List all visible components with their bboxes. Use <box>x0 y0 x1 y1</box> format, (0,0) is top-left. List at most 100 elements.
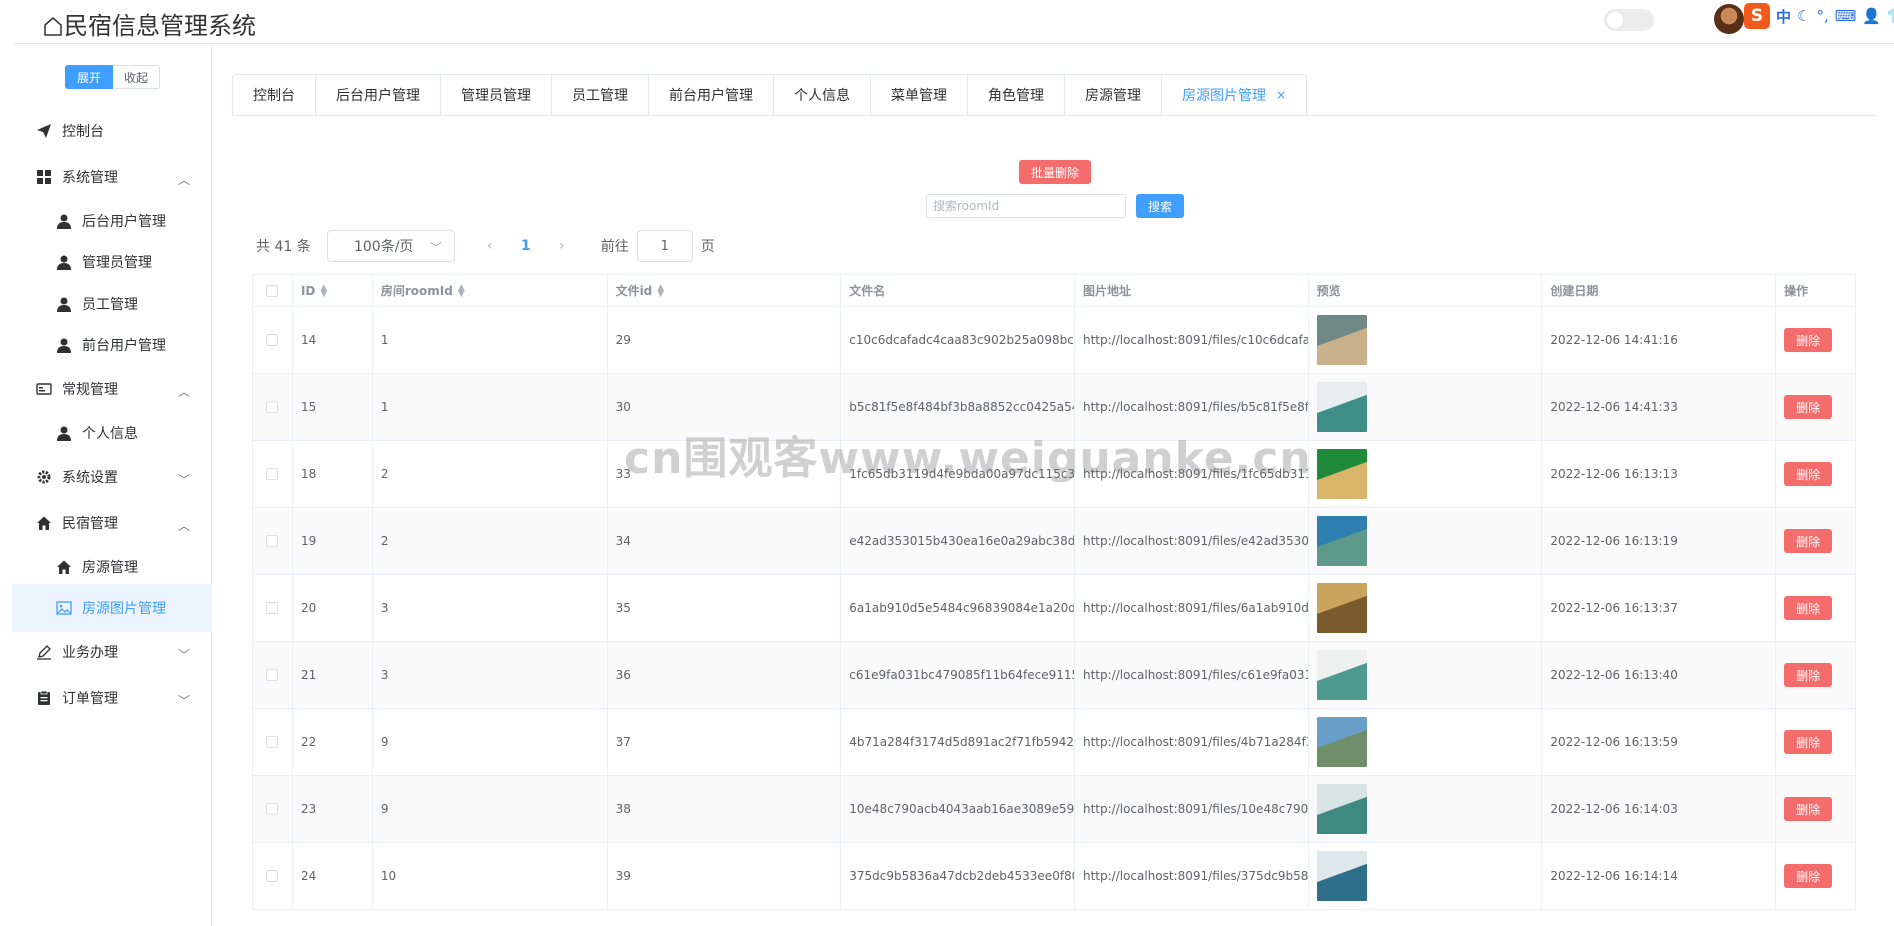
sidebar-item[interactable]: 控制台 <box>12 107 212 155</box>
delete-button[interactable]: 删除 <box>1784 797 1833 821</box>
row-checkbox[interactable] <box>266 468 279 480</box>
delete-button[interactable]: 删除 <box>1784 596 1833 620</box>
row-checkbox[interactable] <box>266 401 279 413</box>
tab[interactable]: 个人信息 <box>774 75 871 115</box>
punctuation-icon[interactable]: °, <box>1816 7 1828 25</box>
tab[interactable]: 角色管理 <box>968 75 1065 115</box>
sidebar-item[interactable]: 常规管理 ︿ <box>12 365 212 413</box>
sort-icon[interactable]: ▲ ▼ <box>320 283 327 298</box>
row-checkbox[interactable] <box>266 870 279 882</box>
cell-room-id: 10 <box>373 843 608 909</box>
app-title: 民宿信息管理系统 <box>44 6 256 41</box>
next-page-icon[interactable]: › <box>547 238 577 254</box>
search-input[interactable] <box>926 194 1126 218</box>
delete-button[interactable]: 删除 <box>1784 864 1833 888</box>
sidebar-item[interactable]: 系统设置 ﹀ <box>12 453 212 501</box>
sidebar-item[interactable]: 前台用户管理 <box>12 321 212 369</box>
batch-delete-button[interactable]: 批量删除 <box>1019 160 1091 184</box>
delete-button[interactable]: 删除 <box>1784 328 1833 352</box>
chevron-down-icon[interactable]: ﹀ <box>178 471 190 488</box>
tab[interactable]: 员工管理 <box>552 75 649 115</box>
row-checkbox[interactable] <box>266 334 279 346</box>
tab[interactable]: 管理员管理 <box>441 75 552 115</box>
sidebar-item[interactable]: 房源图片管理 <box>12 584 212 632</box>
tab[interactable]: 前台用户管理 <box>649 75 774 115</box>
ime-logo-icon[interactable]: S <box>1744 3 1770 29</box>
sidebar-item[interactable]: 个人信息 <box>12 409 212 457</box>
collapse-button[interactable]: 收起 <box>113 65 161 89</box>
row-select-cell[interactable] <box>253 776 293 842</box>
row-select-cell[interactable] <box>253 307 293 373</box>
row-select-cell[interactable] <box>253 441 293 507</box>
ime-mode[interactable]: 中 <box>1776 6 1791 27</box>
search-button[interactable]: 搜索 <box>1136 194 1184 218</box>
delete-button[interactable]: 删除 <box>1784 663 1833 687</box>
row-checkbox[interactable] <box>266 535 279 547</box>
row-select-cell[interactable] <box>253 508 293 574</box>
image-thumbnail[interactable] <box>1316 784 1367 834</box>
row-select-cell[interactable] <box>253 575 293 641</box>
pen-icon <box>36 644 52 660</box>
chevron-up-icon[interactable]: ︿ <box>178 517 190 534</box>
header-id[interactable]: ID ▲ ▼ <box>293 275 373 306</box>
row-select-cell[interactable] <box>253 709 293 775</box>
page-number-current[interactable]: 1 <box>511 238 541 254</box>
sidebar-item[interactable]: 管理员管理 <box>12 238 212 286</box>
delete-button[interactable]: 删除 <box>1784 395 1833 419</box>
sidebar-item[interactable]: 系统管理 ︿ <box>12 153 212 201</box>
image-thumbnail[interactable] <box>1316 315 1367 365</box>
image-thumbnail[interactable] <box>1316 717 1367 767</box>
image-thumbnail[interactable] <box>1316 851 1367 901</box>
close-icon[interactable]: × <box>1276 88 1286 102</box>
goto-page-input[interactable] <box>636 230 693 262</box>
page-size-select[interactable]: 100条/页 ﹀ <box>326 230 455 262</box>
sort-icon[interactable]: ▲ ▼ <box>458 283 465 298</box>
row-checkbox[interactable] <box>266 669 279 681</box>
header-select-cell[interactable] <box>253 275 293 306</box>
shirt-icon[interactable]: 👕 <box>1887 7 1894 25</box>
chevron-up-icon[interactable]: ︿ <box>178 171 190 188</box>
image-thumbnail[interactable] <box>1316 583 1367 633</box>
tab[interactable]: 控制台 <box>233 75 316 115</box>
delete-button[interactable]: 删除 <box>1784 529 1833 553</box>
user-icon[interactable]: 👤 <box>1862 7 1881 25</box>
moon-icon[interactable]: ☾ <box>1797 7 1810 25</box>
tab[interactable]: 房源管理 <box>1065 75 1162 115</box>
select-all-checkbox[interactable] <box>266 284 279 297</box>
row-select-cell[interactable] <box>253 843 293 909</box>
image-thumbnail[interactable] <box>1316 516 1367 566</box>
expand-button[interactable]: 展开 <box>65 65 114 89</box>
sidebar-item[interactable]: 民宿管理 ︿ <box>12 499 212 547</box>
header-room-id[interactable]: 房间roomId ▲ ▼ <box>373 275 608 306</box>
image-thumbnail[interactable] <box>1316 382 1367 432</box>
chevron-up-icon[interactable]: ︿ <box>178 383 190 400</box>
table-row: 22 9 37 4b71a284f3174d5d891ac2f71fb59423...… <box>253 709 1855 776</box>
header-file-id[interactable]: 文件id ▲ ▼ <box>608 275 842 306</box>
keyboard-icon[interactable]: ⌨ <box>1835 7 1857 25</box>
sidebar-item[interactable]: 业务办理 ﹀ <box>12 628 212 676</box>
row-checkbox[interactable] <box>266 602 279 614</box>
chevron-down-icon[interactable]: ﹀ <box>178 692 190 709</box>
sidebar-item-label: 业务办理 <box>62 645 118 661</box>
cell-actions: 删除 <box>1776 843 1855 909</box>
table-row: 24 10 39 375dc9b5836a47dcb2deb4533ee0f80...… <box>253 843 1855 910</box>
image-thumbnail[interactable] <box>1316 449 1367 499</box>
sidebar-item[interactable]: 订单管理 ﹀ <box>12 674 212 722</box>
avatar[interactable] <box>1714 4 1744 34</box>
sort-icon[interactable]: ▲ ▼ <box>657 283 664 298</box>
row-checkbox[interactable] <box>266 803 279 815</box>
image-thumbnail[interactable] <box>1316 650 1367 700</box>
header-preview: 预览 <box>1309 275 1543 306</box>
prev-page-icon[interactable]: ‹ <box>475 238 505 254</box>
row-checkbox[interactable] <box>266 736 279 748</box>
row-select-cell[interactable] <box>253 642 293 708</box>
delete-button[interactable]: 删除 <box>1784 462 1833 486</box>
row-select-cell[interactable] <box>253 374 293 440</box>
tab[interactable]: 后台用户管理 <box>316 75 441 115</box>
tab[interactable]: 菜单管理 <box>871 75 968 115</box>
chevron-down-icon[interactable]: ﹀ <box>178 646 190 663</box>
tab[interactable]: 房源图片管理 × <box>1162 75 1307 115</box>
cell-file-id: 30 <box>608 374 842 440</box>
delete-button[interactable]: 删除 <box>1784 730 1833 754</box>
theme-toggle[interactable] <box>1604 9 1654 31</box>
